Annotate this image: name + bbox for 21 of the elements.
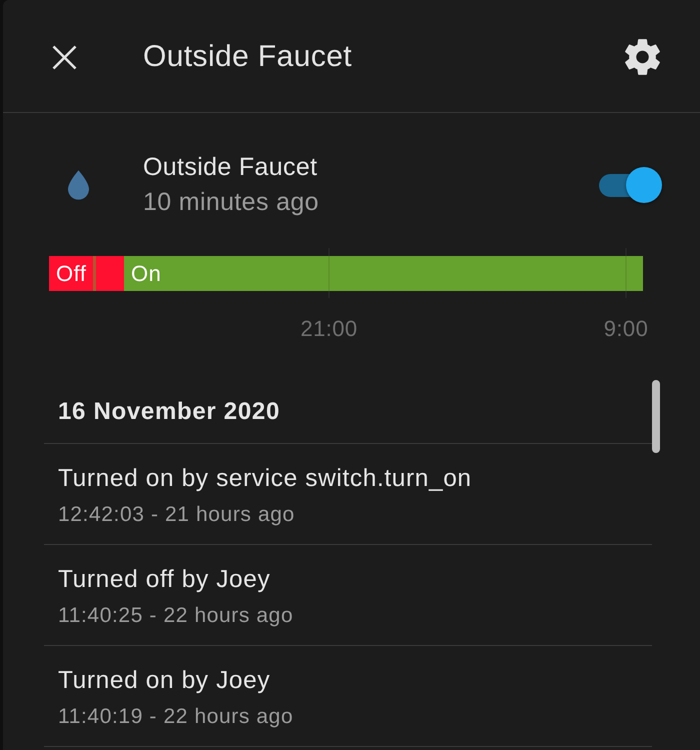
last-changed-text: 10 minutes ago bbox=[143, 187, 320, 218]
axis-tick-label: 9:00 bbox=[604, 316, 648, 341]
log-time: 12:42:03 - 21 hours ago bbox=[58, 502, 296, 528]
log-message: Turned off by Joey bbox=[58, 566, 272, 594]
segment-label: On bbox=[131, 261, 162, 286]
scrollbar-thumb[interactable] bbox=[652, 380, 660, 453]
toggle-switch[interactable] bbox=[599, 167, 662, 203]
segment-label: Off bbox=[56, 261, 86, 286]
close-icon bbox=[52, 44, 77, 70]
settings-icon bbox=[625, 39, 660, 75]
entity-name: Outside Faucet bbox=[143, 152, 318, 183]
close-button[interactable] bbox=[52, 44, 77, 70]
log-time: 11:40:25 - 22 hours ago bbox=[58, 603, 294, 629]
log-date-heading: 16 November 2020 bbox=[44, 380, 652, 444]
log-message: Turned on by service switch.turn_on bbox=[58, 465, 473, 493]
log-message: Turned on by Joey bbox=[58, 667, 272, 695]
axis-tick-label: 21:00 bbox=[300, 316, 358, 341]
water-drop-icon bbox=[68, 170, 89, 200]
settings-button[interactable] bbox=[625, 39, 660, 75]
log-time: 11:40:19 - 22 hours ago bbox=[58, 704, 294, 730]
dialog-title: Outside Faucet bbox=[143, 40, 354, 74]
